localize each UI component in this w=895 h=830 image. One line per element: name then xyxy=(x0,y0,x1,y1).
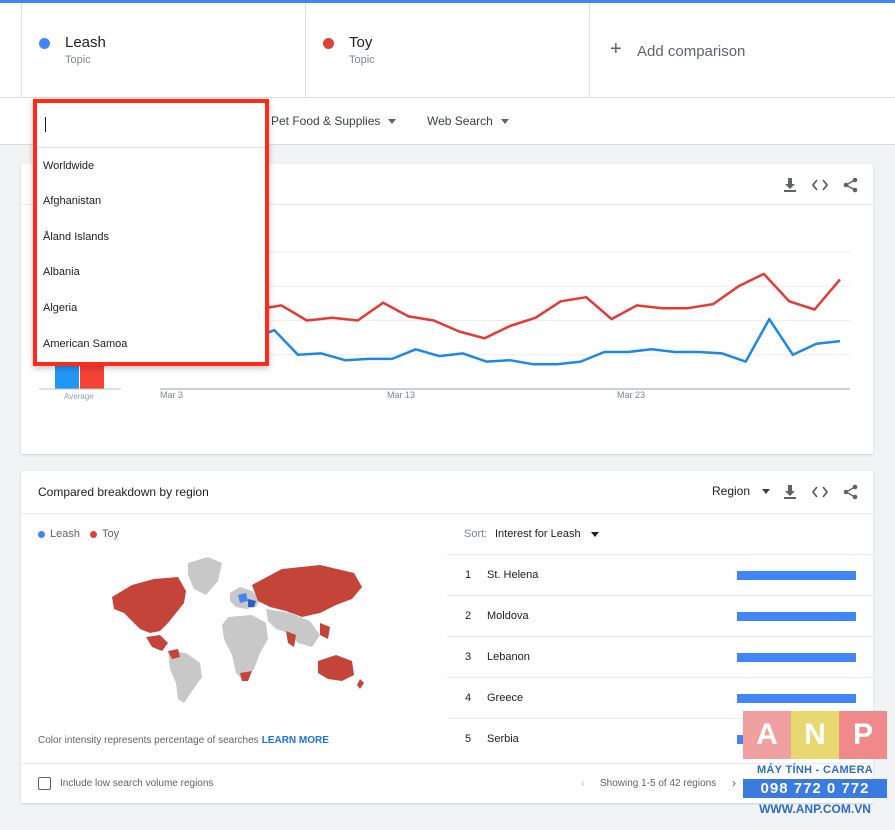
chevron-left-icon[interactable]: ‹ xyxy=(581,776,585,790)
category-filter[interactable]: Pet Food & Supplies xyxy=(271,114,397,128)
map-region-north-america[interactable] xyxy=(112,577,186,633)
table-row[interactable]: 1 St. Helena xyxy=(447,555,873,596)
caret-down-icon xyxy=(388,119,397,125)
toy-color-dot xyxy=(89,530,97,538)
term-type: Topic xyxy=(349,54,375,66)
category-filter-label: Pet Food & Supplies xyxy=(271,114,381,128)
embed-code-icon[interactable] xyxy=(811,483,829,501)
map-caption: Color intensity represents percentage of… xyxy=(38,735,329,746)
watermark-site: WWW.ANP.COM.VN xyxy=(759,802,871,816)
watermark-logo: A N P xyxy=(743,711,887,759)
plus-icon: + xyxy=(610,38,622,60)
leash-color-dot xyxy=(38,530,45,538)
series-line-toy[interactable] xyxy=(179,272,841,340)
share-icon[interactable] xyxy=(841,176,859,194)
region-name: Greece xyxy=(487,692,524,704)
map-region-australia[interactable] xyxy=(318,655,354,681)
watermark-letter: P xyxy=(839,711,887,759)
country-dropdown: Worldwide Afghanistan Åland Islands Alba… xyxy=(33,99,269,366)
dropdown-item-afghanistan[interactable]: Afghanistan xyxy=(43,195,101,207)
leash-color-dot xyxy=(39,38,50,49)
country-search-input[interactable] xyxy=(37,103,265,148)
region-name: Serbia xyxy=(487,733,519,745)
sort-row: Sort: Interest for Leash xyxy=(447,513,873,555)
term-leash[interactable]: Leash Topic xyxy=(21,3,305,98)
term-toy[interactable]: Toy Topic xyxy=(305,3,589,98)
map-region-africa[interactable] xyxy=(222,615,268,681)
table-row[interactable]: 3 Lebanon xyxy=(447,637,873,678)
table-row[interactable]: 2 Moldova xyxy=(447,596,873,637)
download-icon[interactable] xyxy=(781,483,799,501)
sort-select[interactable]: Interest for Leash xyxy=(495,528,599,540)
embed-code-icon[interactable] xyxy=(811,176,829,194)
region-interest-bar xyxy=(737,694,856,703)
toy-color-dot xyxy=(323,38,334,49)
low-volume-checkbox[interactable] xyxy=(38,777,51,790)
chevron-right-icon[interactable]: › xyxy=(732,776,736,790)
region-name: St. Helena xyxy=(487,569,539,581)
map-region-new-zealand[interactable] xyxy=(357,679,364,689)
search-type-label: Web Search xyxy=(427,114,493,128)
card-tools xyxy=(781,176,859,194)
dropdown-item-albania[interactable]: Albania xyxy=(43,266,80,278)
map-region-greenland[interactable] xyxy=(188,557,222,595)
average-label: Average xyxy=(64,392,94,401)
legend-item-toy: Toy xyxy=(89,528,120,540)
watermark-tagline: MÁY TÍNH - CAMERA xyxy=(756,764,874,776)
text-cursor xyxy=(45,117,46,132)
search-type-filter[interactable]: Web Search xyxy=(427,114,509,128)
region-level-select[interactable]: Region xyxy=(712,484,771,498)
map-legend: Leash Toy xyxy=(38,528,119,540)
comparison-header: Leash Topic Toy Topic + Add comparison xyxy=(0,3,895,98)
map-caption-text: Color intensity represents percentage of… xyxy=(38,735,259,746)
rank-number: 4 xyxy=(465,692,472,704)
sort-label: Sort: xyxy=(464,528,488,540)
dropdown-item-worldwide[interactable]: Worldwide xyxy=(43,160,94,172)
rank-number: 3 xyxy=(465,651,472,663)
world-map[interactable] xyxy=(106,551,366,711)
card-tools xyxy=(781,483,859,501)
low-volume-label: Include low search volume regions xyxy=(60,778,214,789)
legend-label: Leash xyxy=(50,528,80,540)
region-level-label: Region xyxy=(712,484,751,498)
learn-more-link[interactable]: LEARN MORE xyxy=(262,735,329,746)
dropdown-item-algeria[interactable]: Algeria xyxy=(43,302,77,314)
dropdown-item-aland-islands[interactable]: Åland Islands xyxy=(43,231,109,243)
share-icon[interactable] xyxy=(841,483,859,501)
rank-number: 1 xyxy=(465,569,472,581)
add-comparison-label: Add comparison xyxy=(637,43,746,60)
watermark-phone: 098 772 0 772 xyxy=(743,779,887,798)
add-comparison-button[interactable]: + Add comparison xyxy=(589,3,895,98)
map-region-south-america[interactable] xyxy=(168,651,202,703)
region-interest-bar xyxy=(737,653,856,662)
anp-watermark: A N P MÁY TÍNH - CAMERA 098 772 0 772 WW… xyxy=(743,711,887,823)
x-tick-label: Mar 13 xyxy=(387,390,416,400)
x-tick-label: Mar 3 xyxy=(160,390,184,400)
term-type: Topic xyxy=(65,54,91,66)
watermark-letter: N xyxy=(791,711,839,759)
map-region-russia[interactable] xyxy=(252,565,362,617)
region-name: Lebanon xyxy=(487,651,530,663)
watermark-letter: A xyxy=(743,711,791,759)
caret-down-icon xyxy=(590,531,599,537)
term-name: Leash xyxy=(65,34,106,51)
map-region-central-america[interactable] xyxy=(146,635,168,651)
region-card-title: Compared breakdown by region xyxy=(38,485,209,499)
term-name: Toy xyxy=(349,34,373,51)
caret-down-icon xyxy=(762,489,771,495)
rank-number: 5 xyxy=(465,733,472,745)
dropdown-item-american-samoa[interactable]: American Samoa xyxy=(43,338,127,350)
pagination-status: Showing 1-5 of 42 regions xyxy=(600,778,717,789)
sort-value-label: Interest for Leash xyxy=(495,528,581,540)
download-icon[interactable] xyxy=(781,176,799,194)
region-interest-bar xyxy=(737,612,856,621)
region-interest-bar xyxy=(737,571,856,580)
legend-label: Toy xyxy=(101,528,120,540)
rank-number: 2 xyxy=(465,610,472,622)
region-name: Moldova xyxy=(487,610,529,622)
legend-item-leash: Leash xyxy=(38,528,80,540)
caret-down-icon xyxy=(500,119,509,125)
x-tick-label: Mar 23 xyxy=(617,390,646,400)
map-region-east-asia[interactable] xyxy=(320,623,330,639)
